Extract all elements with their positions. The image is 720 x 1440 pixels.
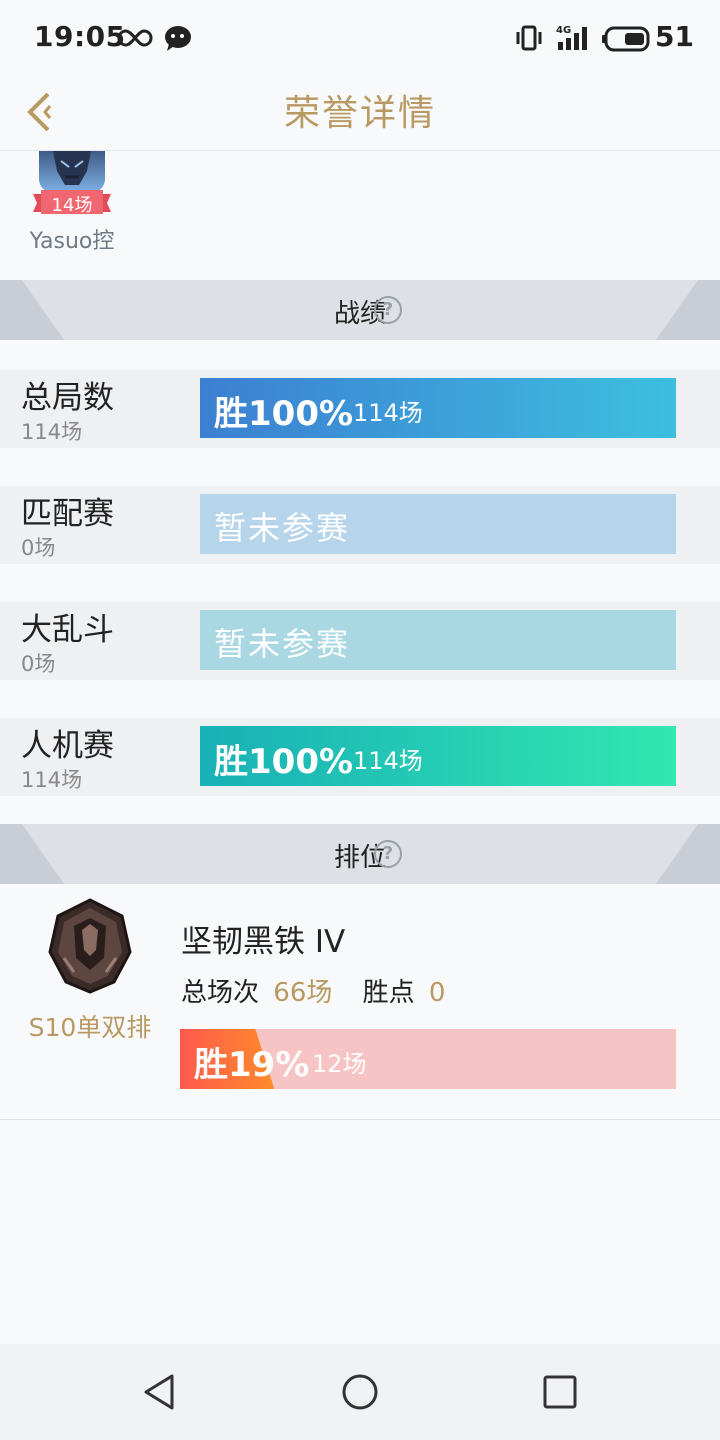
stat-name: 匹配赛 bbox=[21, 496, 114, 532]
not-played-label: 暂未参赛 bbox=[214, 509, 351, 547]
help-icon[interactable]: ? bbox=[374, 296, 402, 324]
league-points-value: 0 bbox=[428, 978, 446, 1008]
nav-home-icon[interactable] bbox=[340, 1372, 380, 1412]
signal-icon bbox=[558, 27, 587, 50]
total-games-value: 66场 bbox=[273, 978, 333, 1008]
stat-count: 114场 bbox=[21, 420, 83, 444]
battery-icon bbox=[602, 26, 650, 52]
rank-season: S10单双排 bbox=[28, 1013, 152, 1042]
win-rate-label: 胜19% bbox=[194, 1045, 310, 1085]
stat-row-match[interactable]: 匹配赛 0场 暂未参赛 bbox=[0, 486, 720, 564]
nav-recents-icon[interactable] bbox=[540, 1372, 580, 1412]
status-bar: 19:05 4G 51 bbox=[0, 0, 720, 76]
win-rate-bar: 胜100% 114场 bbox=[200, 378, 676, 438]
stat-count: 114场 bbox=[21, 768, 83, 792]
rank-card[interactable]: S10单双排 坚韧黑铁 IV 总场次 66场 胜点 0 胜19% 12场 bbox=[0, 884, 720, 1120]
rank-tier: 坚韧黑铁 IV bbox=[181, 924, 346, 960]
stat-row-aram[interactable]: 大乱斗 0场 暂未参赛 bbox=[0, 602, 720, 680]
stat-name: 大乱斗 bbox=[21, 612, 114, 648]
not-played-bar: 暂未参赛 bbox=[200, 494, 676, 554]
champion-portrait-icon bbox=[53, 151, 91, 185]
stat-count: 0场 bbox=[21, 536, 56, 560]
honor-badge[interactable]: 14场 Yasuo控 bbox=[0, 151, 720, 280]
games-label: 114场 bbox=[353, 747, 423, 775]
champion-avatar bbox=[39, 151, 105, 193]
stat-row-total[interactable]: 总局数 114场 胜100% 114场 bbox=[0, 370, 720, 448]
page-title: 荣誉详情 bbox=[283, 93, 436, 134]
battery-percent: 51 bbox=[655, 20, 694, 53]
games-label: 12场 bbox=[312, 1050, 367, 1078]
league-points-label: 胜点 bbox=[362, 978, 415, 1008]
honor-label: Yasuo控 bbox=[29, 229, 115, 254]
not-played-label: 暂未参赛 bbox=[214, 625, 351, 663]
iron-rank-emblem-icon bbox=[48, 898, 132, 994]
total-games-label: 总场次 bbox=[181, 978, 260, 1008]
win-rate-bar: 胜100% 114场 bbox=[200, 726, 676, 786]
infinity-icon bbox=[117, 29, 153, 47]
rank-win-rate-bar: 胜19% 12场 bbox=[180, 1029, 676, 1089]
not-played-bar: 暂未参赛 bbox=[200, 610, 676, 670]
rank-section-header: 排位 ? bbox=[0, 824, 720, 884]
rank-stats: 总场次 66场 胜点 0 bbox=[181, 972, 445, 1009]
wechat-icon bbox=[165, 26, 191, 51]
nav-back-icon[interactable] bbox=[140, 1372, 180, 1412]
stat-count: 0场 bbox=[21, 652, 56, 676]
help-icon[interactable]: ? bbox=[374, 840, 402, 868]
title-bar: 荣誉详情 bbox=[0, 76, 720, 151]
stat-name: 人机赛 bbox=[21, 728, 114, 764]
win-rate-label: 胜100% bbox=[214, 742, 354, 782]
stat-row-bot[interactable]: 人机赛 114场 胜100% 114场 bbox=[0, 718, 720, 796]
games-label: 114场 bbox=[353, 399, 423, 427]
win-rate-label: 胜100% bbox=[214, 394, 354, 434]
system-nav-bar bbox=[0, 1344, 720, 1440]
stat-name: 总局数 bbox=[21, 380, 114, 416]
section-title: 战绩 bbox=[333, 299, 386, 329]
stats-section-header: 战绩 ? bbox=[0, 280, 720, 340]
vibrate-icon bbox=[516, 25, 542, 51]
status-time: 19:05 bbox=[34, 20, 126, 53]
section-title: 排位 bbox=[333, 843, 386, 873]
honor-game-count: 14场 bbox=[51, 195, 93, 216]
